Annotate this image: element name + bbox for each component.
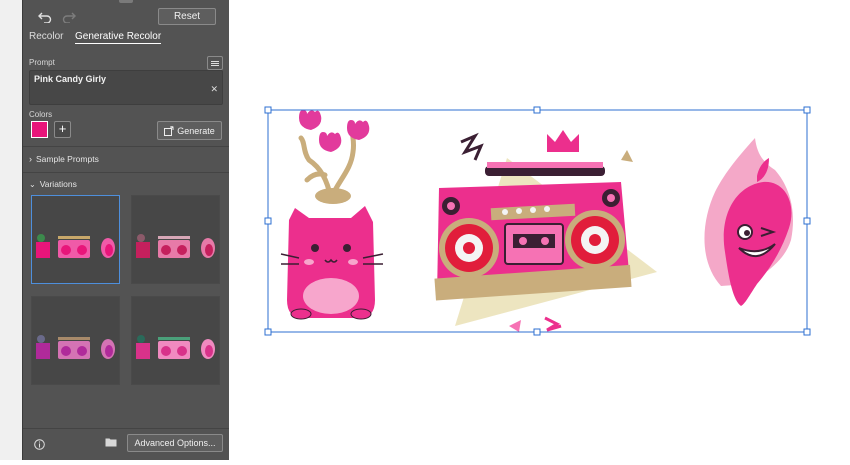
tab-generative-recolor[interactable]: Generative Recolor	[75, 31, 162, 44]
variation-thumbnail	[36, 234, 115, 258]
prompt-input[interactable]: Pink Candy Girly ✕	[29, 70, 223, 105]
artwork-svg	[264, 106, 811, 336]
variations-toggle[interactable]: ⌄ Variations	[29, 179, 77, 189]
variation-tile-1[interactable]	[31, 195, 120, 284]
variation-tile-2[interactable]	[131, 195, 220, 284]
variation-thumbnail	[36, 335, 115, 359]
divider	[23, 428, 229, 429]
divider	[23, 172, 229, 173]
sample-prompts-toggle[interactable]: › Sample Prompts	[29, 154, 99, 164]
plus-icon[interactable]: +	[54, 121, 71, 138]
variation-tile-3[interactable]	[31, 296, 120, 385]
cat-illustration[interactable]	[280, 110, 384, 320]
redo-icon[interactable]	[61, 9, 77, 25]
chevron-down-icon: ⌄	[29, 179, 36, 189]
colors-label: Colors	[29, 110, 53, 119]
clear-icon[interactable]: ✕	[210, 84, 218, 95]
chevron-right-icon: ›	[29, 154, 32, 164]
menu-icon[interactable]	[207, 56, 223, 70]
recolor-panel: Reset Recolor Generative Recolor Prompt …	[22, 0, 230, 460]
generate-icon	[164, 125, 174, 136]
panel-drag-handle[interactable]	[119, 0, 133, 3]
info-icon[interactable]	[31, 436, 47, 452]
color-swatch[interactable]	[31, 121, 48, 138]
undo-icon[interactable]	[37, 9, 53, 25]
advanced-options-button[interactable]: Advanced Options...	[127, 434, 223, 452]
variations-label: Variations	[39, 179, 77, 189]
variation-thumbnail	[136, 234, 215, 258]
chili-pepper-illustration[interactable]	[704, 138, 794, 306]
canvas	[229, 0, 850, 460]
left-gutter	[0, 0, 22, 460]
divider	[23, 146, 229, 147]
boombox-illustration[interactable]	[434, 130, 657, 332]
folder-icon[interactable]	[103, 434, 119, 450]
variation-tile-4[interactable]	[131, 296, 220, 385]
sample-prompts-label: Sample Prompts	[36, 154, 99, 164]
generate-label: Generate	[177, 125, 215, 136]
reset-button[interactable]: Reset	[158, 8, 216, 25]
generate-button[interactable]: Generate	[157, 121, 222, 140]
prompt-label: Prompt	[29, 58, 55, 67]
prompt-value: Pink Candy Girly	[34, 74, 107, 84]
tab-recolor[interactable]: Recolor	[29, 31, 63, 42]
variation-thumbnail	[136, 335, 215, 359]
